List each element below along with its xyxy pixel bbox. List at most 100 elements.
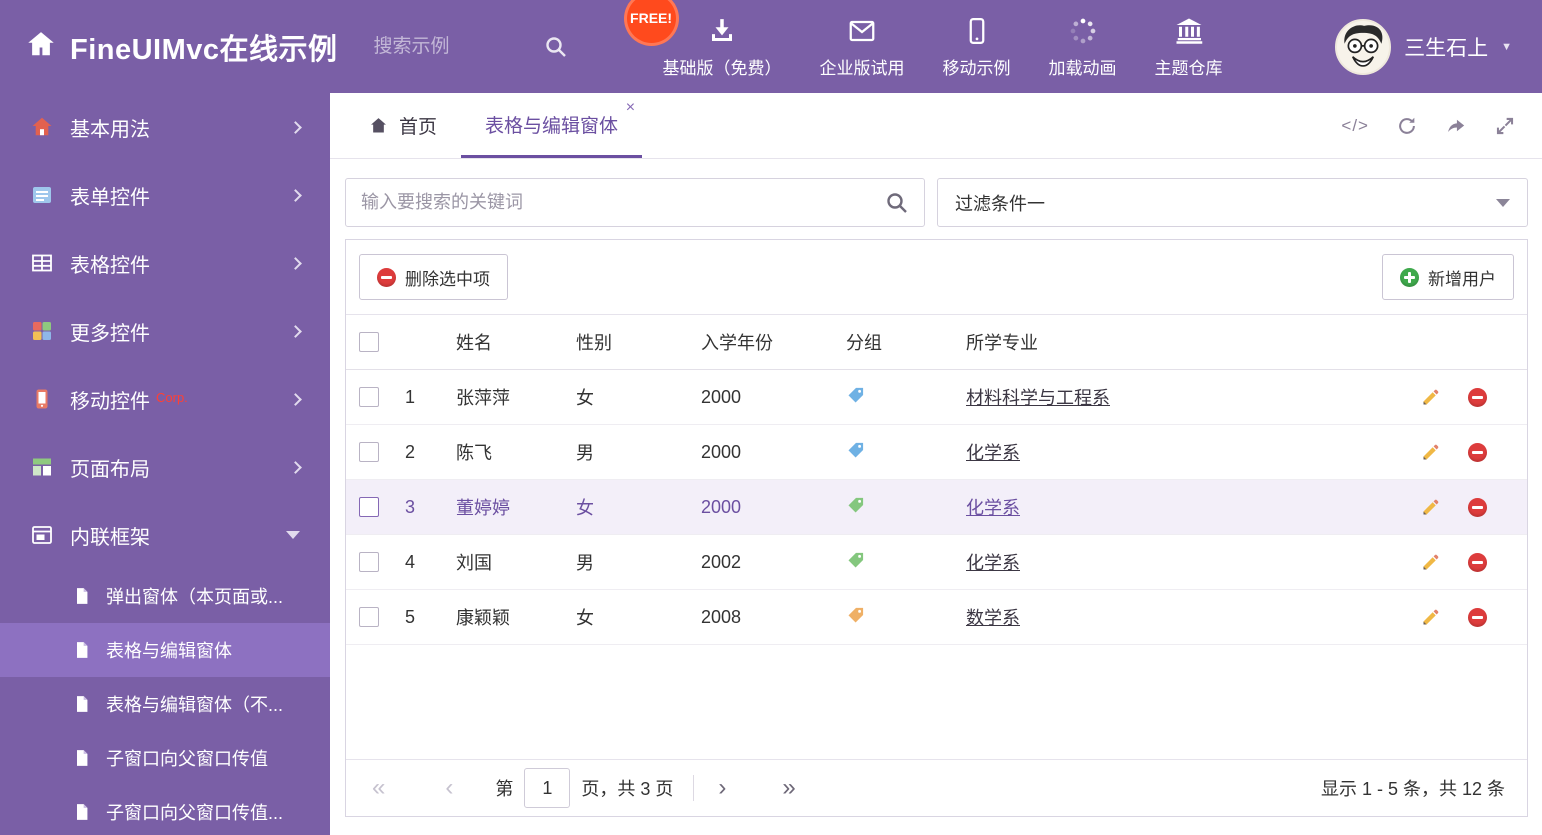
sidebar-item-page-layout[interactable]: 页面布局 [0, 433, 330, 501]
major-link[interactable]: 化学系 [966, 553, 1020, 573]
major-link[interactable]: 数学系 [966, 608, 1020, 628]
column-header-group[interactable]: 分组 [818, 329, 938, 355]
forward-icon[interactable] [1445, 115, 1467, 137]
sidebar-item-form-controls[interactable]: 表单控件 [0, 161, 330, 229]
edit-icon[interactable] [1420, 607, 1441, 628]
filter-dropdown-value: 过滤条件一 [955, 193, 1045, 214]
prev-page-button[interactable]: ‹ [441, 776, 457, 800]
sidebar-subitem-child-to-parent[interactable]: 子窗口向父窗口传值 [0, 731, 330, 785]
select-all-checkbox[interactable] [359, 332, 379, 352]
sidebar-subitem-label: 表格与编辑窗体（不... [106, 695, 284, 715]
delete-row-icon[interactable] [1468, 607, 1487, 627]
sidebar-item-grid-controls[interactable]: 表格控件 [0, 229, 330, 297]
sidebar-subitem-label: 表格与编辑窗体 [106, 641, 232, 661]
search-icon[interactable] [544, 35, 568, 59]
nav-theme-store[interactable]: 主题仓库 [1136, 15, 1242, 79]
column-header-name[interactable]: 姓名 [428, 329, 548, 355]
sidebar-subitem-grid-edit-window[interactable]: 表格与编辑窗体 [0, 623, 330, 677]
row-number: 3 [404, 496, 415, 517]
nav-mobile-demo[interactable]: 移动示例 [924, 15, 1030, 79]
column-header-major[interactable]: 所学专业 [938, 329, 1397, 355]
row-checkbox[interactable] [359, 387, 379, 407]
sidebar-subitem-child-to-parent-2[interactable]: 子窗口向父窗口传值... [0, 785, 330, 835]
delete-row-icon[interactable] [1468, 442, 1487, 462]
delete-row-icon[interactable] [1468, 497, 1487, 517]
sidebar-item-mobile-controls[interactable]: 移动控件 Corp. [0, 365, 330, 433]
sidebar-item-more-controls[interactable]: 更多控件 [0, 297, 330, 365]
sidebar-item-label: 内联框架 [70, 526, 150, 549]
cell-gender: 男 [576, 553, 594, 573]
global-search [373, 35, 586, 59]
free-badge: FREE! [623, 0, 679, 46]
major-link[interactable]: 化学系 [966, 443, 1020, 463]
sidebar-item-iframe[interactable]: 内联框架 [0, 501, 330, 569]
main-content: 首页 表格与编辑窗体 × </> 输入要搜索的关键词 过滤条件一 删除选中项 新… [330, 93, 1542, 835]
row-checkbox[interactable] [359, 607, 379, 627]
cell-year: 2002 [701, 551, 742, 572]
sidebar-subitem-label: 子窗口向父窗口传值... [106, 803, 284, 823]
cell-gender: 女 [576, 608, 594, 628]
nav-basic-edition[interactable]: FREE! 基础版（免费） [623, 0, 801, 79]
global-search-input[interactable] [373, 35, 542, 58]
major-link[interactable]: 材料科学与工程系 [966, 388, 1110, 408]
edit-icon[interactable] [1420, 387, 1441, 408]
column-header-gender[interactable]: 性别 [548, 329, 673, 355]
grid-search-input[interactable] [361, 192, 885, 213]
delete-row-icon[interactable] [1468, 387, 1487, 407]
tab-grid-edit-window[interactable]: 表格与编辑窗体 × [461, 93, 643, 158]
close-icon[interactable]: × [626, 100, 635, 116]
tag-icon [818, 495, 938, 520]
user-menu[interactable]: 三生石上 ▼ [1335, 18, 1542, 75]
column-header-year[interactable]: 入学年份 [673, 329, 818, 355]
tab-bar: 首页 表格与编辑窗体 × </> [330, 93, 1542, 159]
row-checkbox[interactable] [359, 497, 379, 517]
nav-label: 加载动画 [1048, 58, 1117, 78]
divider [693, 775, 695, 801]
chevron-right-icon [289, 188, 302, 202]
delete-selected-button[interactable]: 删除选中项 [359, 254, 508, 300]
loader-icon [1068, 15, 1098, 47]
filter-dropdown[interactable]: 过滤条件一 [937, 178, 1528, 227]
tag-icon [818, 605, 938, 630]
refresh-icon[interactable] [1396, 115, 1418, 137]
row-number: 1 [404, 386, 415, 407]
sidebar-item-basic-usage[interactable]: 基本用法 [0, 93, 330, 161]
download-icon [707, 15, 737, 47]
home-icon [30, 115, 54, 139]
row-checkbox[interactable] [359, 552, 379, 572]
delete-row-icon[interactable] [1468, 552, 1487, 572]
grid-search-box [345, 178, 925, 227]
top-nav: FREE! 基础版（免费） 企业版试用 移动示例 加载动画 主题仓库 [623, 0, 1242, 79]
last-page-button[interactable]: » [778, 776, 799, 800]
mobile-icon [962, 15, 992, 47]
row-number: 4 [404, 551, 415, 572]
nav-enterprise-trial[interactable]: 企业版试用 [801, 15, 924, 79]
sidebar-subitem-label: 子窗口向父窗口传值 [106, 749, 268, 769]
row-checkbox[interactable] [359, 442, 379, 462]
cell-name: 董婷婷 [456, 498, 510, 518]
form-icon [30, 183, 54, 207]
chevron-right-icon [289, 256, 302, 270]
cell-year: 2000 [701, 441, 742, 462]
source-code-icon[interactable]: </> [1341, 116, 1369, 136]
edit-icon[interactable] [1420, 442, 1441, 463]
sidebar-item-label: 移动控件 Corp. [70, 389, 188, 413]
tab-home[interactable]: 首页 [344, 93, 461, 158]
sidebar-subitem-grid-edit-window-2[interactable]: 表格与编辑窗体（不... [0, 677, 330, 731]
nav-label: 企业版试用 [819, 58, 905, 78]
search-icon[interactable] [885, 191, 909, 215]
brand[interactable]: FineUIMvc在线示例 [0, 26, 338, 68]
edit-icon[interactable] [1420, 497, 1441, 518]
major-link[interactable]: 化学系 [966, 498, 1020, 518]
sidebar-subitem-popup-window[interactable]: 弹出窗体（本页面或... [0, 569, 330, 623]
edit-icon[interactable] [1420, 552, 1441, 573]
chevron-right-icon [289, 392, 302, 406]
nav-loading-animation[interactable]: 加载动画 [1030, 15, 1136, 79]
next-page-button[interactable]: › [714, 776, 730, 800]
nav-label: 基础版（免费） [662, 58, 782, 78]
tag-icon [818, 440, 938, 465]
page-number-input[interactable] [524, 768, 571, 808]
first-page-button[interactable]: « [368, 776, 389, 800]
fullscreen-icon[interactable] [1494, 115, 1516, 137]
add-user-button[interactable]: 新增用户 [1382, 254, 1514, 300]
